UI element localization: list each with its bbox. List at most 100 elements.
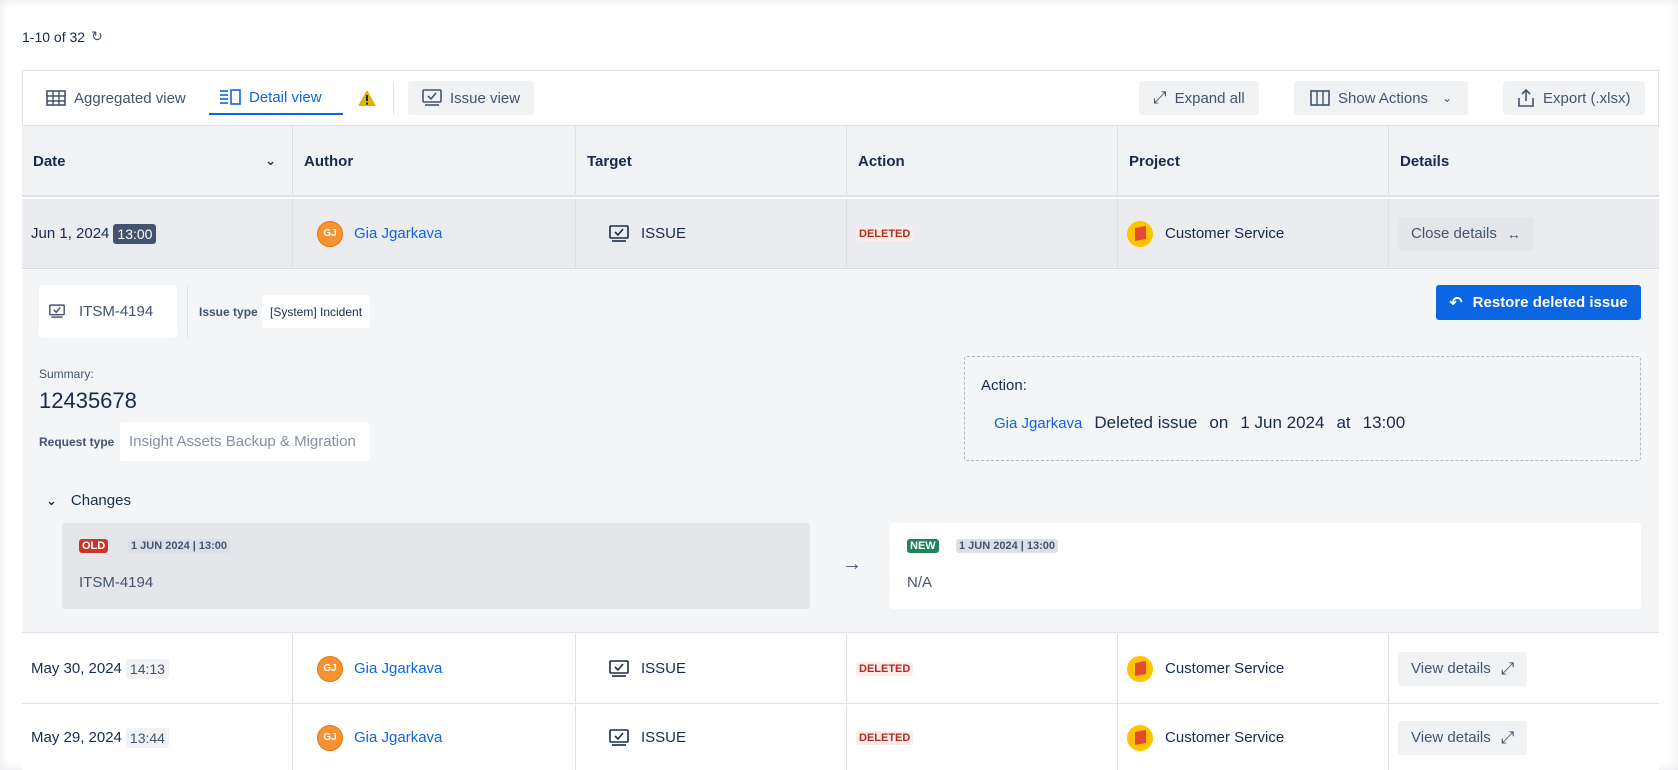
export-button[interactable]: Export (.xlsx) xyxy=(1503,81,1645,115)
action-description: Gia Jgarkava Deleted issue on 1 Jun 2024… xyxy=(994,413,1405,433)
row-time: 14:13 xyxy=(125,658,169,679)
avatar: GJ xyxy=(317,220,343,247)
changes-label: Changes xyxy=(70,492,131,509)
expand-icon: ⤢ xyxy=(1500,727,1515,747)
project-cell: Customer Service xyxy=(1118,199,1389,268)
old-date: 1 JUN 2024 | 13:00 xyxy=(128,539,231,553)
old-badge: OLD xyxy=(79,539,109,553)
view-details-button[interactable]: View details ⤢ xyxy=(1398,720,1528,755)
issue-icon xyxy=(609,728,629,746)
tab-aggregated-label: Aggregated view xyxy=(74,89,186,107)
issue-type-value: [System] Incident xyxy=(262,295,371,328)
detail-divider xyxy=(187,286,188,338)
project-cell: Customer Service xyxy=(1118,705,1389,770)
target-label: ISSUE xyxy=(641,225,687,242)
action-badge: DELETED xyxy=(856,661,914,676)
detail-panel: ITSM-4194 Issue type [System] Incident ↶… xyxy=(22,270,1659,633)
target-label: ISSUE xyxy=(641,660,687,677)
author-cell: GJ Gia Jgarkava xyxy=(293,199,576,268)
issue-key: ITSM-4194 xyxy=(79,303,154,320)
column-header-date[interactable]: Date ⌄ xyxy=(22,126,293,196)
table-header: Date ⌄ Author Target Action Project Deta… xyxy=(22,125,1659,197)
table-icon xyxy=(46,90,66,106)
action-badge: DELETED xyxy=(856,730,914,745)
close-details-button[interactable]: Close details ↔ xyxy=(1398,216,1534,251)
column-target-label: Target xyxy=(587,152,632,170)
column-author-label: Author xyxy=(304,152,354,170)
action-author-link[interactable]: Gia Jgarkava xyxy=(994,415,1082,432)
column-header-action: Action xyxy=(847,126,1118,196)
action-badge: DELETED xyxy=(856,226,914,241)
issue-icon xyxy=(609,224,629,242)
changes-toggle[interactable]: ⌄ Changes xyxy=(46,492,131,509)
export-icon xyxy=(1518,89,1534,107)
project-name: Customer Service xyxy=(1165,729,1285,746)
author-link[interactable]: Gia Jgarkava xyxy=(354,729,442,746)
detail-list-icon xyxy=(220,89,241,105)
details-cell: View details ⤢ xyxy=(1389,634,1659,703)
issue-view-label: Issue view xyxy=(450,89,521,107)
action-label: Action: xyxy=(981,377,1027,394)
show-actions-label: Show Actions xyxy=(1338,89,1429,107)
author-link[interactable]: Gia Jgarkava xyxy=(354,660,442,677)
view-toolbar: Aggregated view Detail view Issue view ⤢… xyxy=(22,70,1659,125)
request-type-value: Insight Assets Backup & Migration xyxy=(120,422,370,461)
restore-deleted-issue-button[interactable]: ↶ Restore deleted issue xyxy=(1436,285,1641,320)
action-date: 1 Jun 2024 xyxy=(1240,413,1325,432)
expand-icon: ⤢ xyxy=(1153,88,1167,107)
target-cell: ISSUE xyxy=(576,705,847,770)
action-box: Action: Gia Jgarkava Deleted issue on 1 … xyxy=(964,356,1641,461)
author-link[interactable]: Gia Jgarkava xyxy=(354,225,442,242)
column-project-label: Project xyxy=(1129,152,1180,170)
show-actions-dropdown[interactable]: Show Actions ⌄ xyxy=(1294,81,1469,115)
column-details-label: Details xyxy=(1400,152,1450,170)
column-header-project: Project xyxy=(1118,126,1389,196)
column-header-author: Author xyxy=(293,126,576,196)
view-details-button[interactable]: View details ⤢ xyxy=(1398,651,1528,686)
collapse-arrows-icon: ↔ xyxy=(1506,225,1521,242)
action-on: on xyxy=(1209,413,1229,432)
column-action-label: Action xyxy=(858,152,905,170)
avatar: GJ xyxy=(317,655,343,682)
target-cell: ISSUE xyxy=(576,634,847,703)
table-row[interactable]: May 29, 2024 13:44 GJ Gia Jgarkava ISSUE… xyxy=(22,705,1659,770)
column-date-label: Date xyxy=(33,152,66,170)
row-date: May 30, 2024 xyxy=(31,660,122,677)
tab-detail-view[interactable]: Detail view xyxy=(209,81,343,115)
action-at: at xyxy=(1336,413,1351,432)
tab-aggregated-view[interactable]: Aggregated view xyxy=(36,81,196,115)
summary-value: 12435678 xyxy=(39,388,137,413)
export-label: Export (.xlsx) xyxy=(1543,89,1631,107)
table-row[interactable]: May 30, 2024 14:13 GJ Gia Jgarkava ISSUE… xyxy=(22,634,1659,704)
table-row[interactable]: Jun 1, 2024 13:00 GJ Gia Jgarkava ISSUE … xyxy=(22,199,1659,269)
author-cell: GJ Gia Jgarkava xyxy=(293,705,576,770)
old-value: ITSM-4194 xyxy=(79,574,154,591)
action-time: 13:00 xyxy=(1362,413,1406,432)
view-details-label: View details xyxy=(1411,729,1491,746)
columns-icon xyxy=(1310,90,1330,106)
row-time: 13:00 xyxy=(113,223,157,244)
avatar: GJ xyxy=(317,724,343,751)
tab-detail-label: Detail view xyxy=(249,88,322,106)
column-header-details: Details xyxy=(1389,126,1659,196)
new-date: 1 JUN 2024 | 13:00 xyxy=(956,539,1059,553)
author-cell: GJ Gia Jgarkava xyxy=(293,634,576,703)
issue-icon xyxy=(49,304,65,318)
arrow-right-icon: → xyxy=(842,553,862,575)
issue-view-button[interactable]: Issue view xyxy=(408,81,535,115)
issue-key-box[interactable]: ITSM-4194 xyxy=(39,285,177,338)
date-cell: Jun 1, 2024 13:00 xyxy=(22,199,293,268)
details-cell: Close details ↔ xyxy=(1389,199,1659,268)
action-cell: DELETED xyxy=(847,705,1118,770)
refresh-icon[interactable]: ↻ xyxy=(91,28,103,45)
action-verb: Deleted issue xyxy=(1094,413,1198,432)
date-cell: May 29, 2024 13:44 xyxy=(22,705,293,770)
issue-type-label: Issue type xyxy=(199,305,258,319)
project-name: Customer Service xyxy=(1165,660,1285,677)
new-value: N/A xyxy=(907,574,933,591)
expand-all-button[interactable]: ⤢ Expand all xyxy=(1139,81,1259,115)
action-cell: DELETED xyxy=(847,199,1118,268)
sort-chevron-icon[interactable]: ⌄ xyxy=(265,153,276,169)
restore-label: Restore deleted issue xyxy=(1472,294,1628,311)
warning-icon[interactable] xyxy=(351,81,383,115)
